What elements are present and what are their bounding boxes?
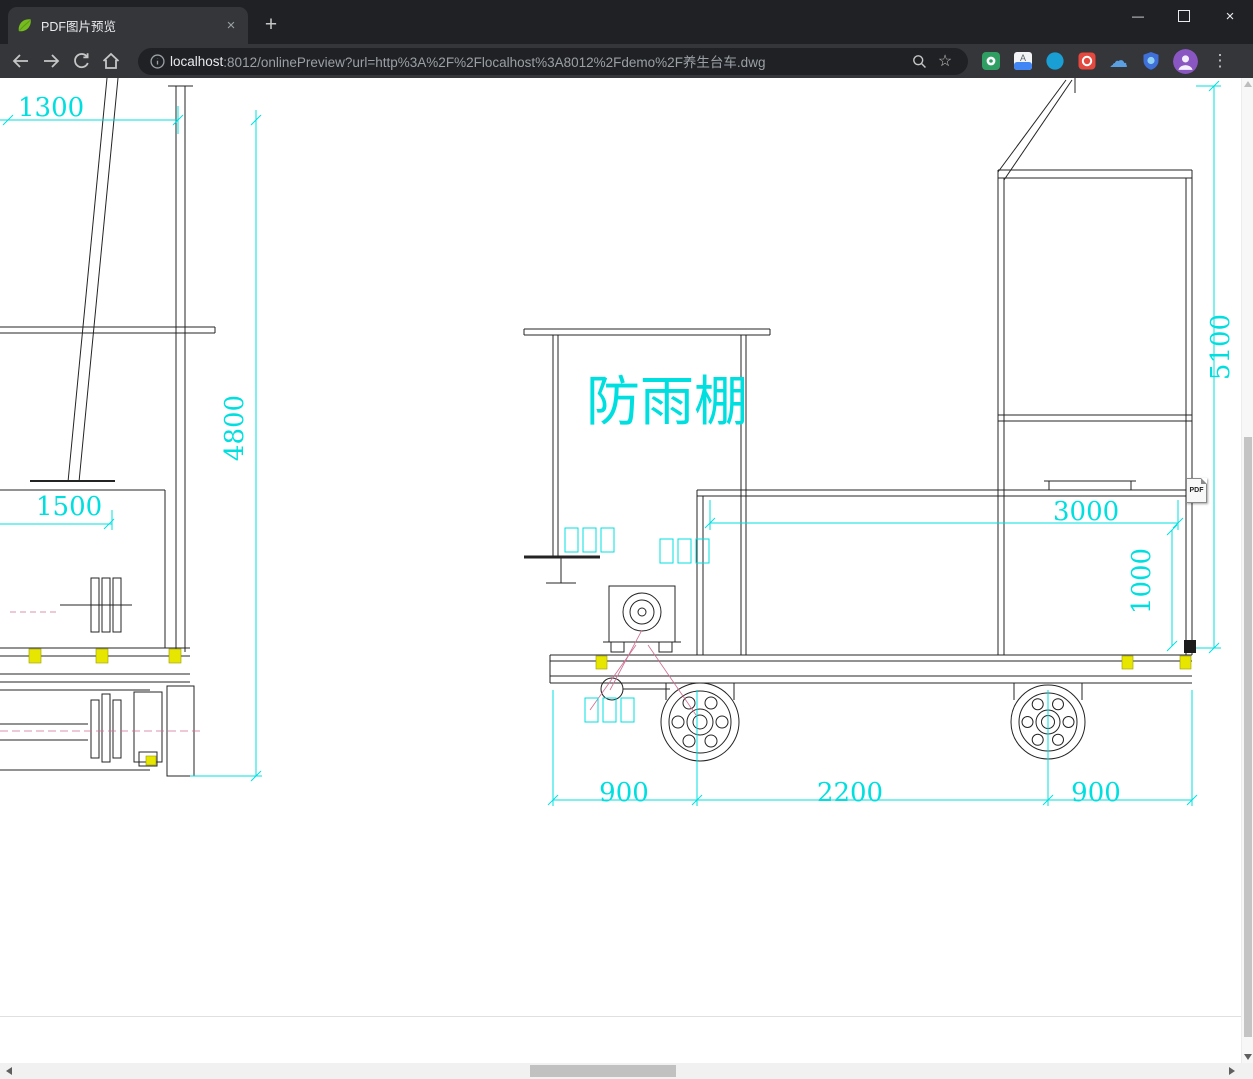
maximize-button[interactable] bbox=[1161, 0, 1207, 32]
navigation-bar: localhost:8012/onlinePreview?url=http%3A… bbox=[0, 44, 1253, 78]
horizontal-scrollbar[interactable] bbox=[0, 1063, 1253, 1079]
pdf-file-icon[interactable]: PDF bbox=[1186, 478, 1207, 503]
window-close-button[interactable]: × bbox=[1207, 0, 1253, 32]
url-host: localhost bbox=[170, 53, 224, 69]
cloud-extension-icon[interactable]: ☁ bbox=[1108, 51, 1129, 72]
browser-tab[interactable]: PDF图片预览 × bbox=[8, 7, 248, 44]
scroll-right-icon[interactable] bbox=[1229, 1067, 1235, 1075]
url-path: :8012/onlinePreview?url=http%3A%2F%2Floc… bbox=[223, 55, 766, 70]
dim-left-height: 4800 bbox=[220, 395, 250, 461]
dim-top-width: 1300 bbox=[18, 93, 84, 123]
profile-avatar[interactable] bbox=[1173, 48, 1198, 74]
dim-deck-length: 3000 bbox=[1053, 497, 1119, 527]
cad-drawing: 1300 4800 1500 3000 1000 5100 900 2200 9… bbox=[0, 78, 1236, 808]
pdf-fold-corner bbox=[1201, 478, 1207, 484]
spring-favicon bbox=[16, 18, 32, 34]
home-button[interactable] bbox=[97, 47, 125, 75]
dim-axle-left: 900 bbox=[599, 778, 649, 808]
extension-icon-translate[interactable]: A bbox=[1012, 51, 1033, 72]
dim-axle-right: 900 bbox=[1071, 778, 1121, 808]
extension-icon-1[interactable] bbox=[980, 51, 1001, 72]
tab-title: PDF图片预览 bbox=[41, 20, 117, 34]
new-tab-button[interactable]: + bbox=[258, 13, 284, 39]
scrollbar-corner bbox=[1241, 1063, 1253, 1079]
svg-text:A: A bbox=[1019, 53, 1025, 63]
horizontal-scrollbar-thumb[interactable] bbox=[530, 1065, 676, 1077]
canopy-label: 防雨棚 bbox=[586, 370, 748, 433]
dim-deck-height: 1000 bbox=[1127, 548, 1157, 614]
extension-icon-3[interactable] bbox=[1044, 51, 1065, 72]
extensions-area: A ☁ bbox=[980, 51, 1161, 72]
forward-button[interactable] bbox=[37, 47, 65, 75]
dwg-preview-page: 1300 4800 1500 3000 1000 5100 900 2200 9… bbox=[0, 78, 1253, 1063]
scroll-down-icon[interactable] bbox=[1244, 1054, 1252, 1060]
scroll-left-icon[interactable] bbox=[6, 1067, 12, 1075]
vertical-scrollbar[interactable] bbox=[1241, 78, 1253, 1063]
reload-button[interactable] bbox=[67, 47, 95, 75]
minimize-button[interactable]: — bbox=[1115, 0, 1161, 32]
browser-menu-icon[interactable]: ⋮ bbox=[1208, 51, 1232, 71]
page-info-icon[interactable] bbox=[144, 53, 170, 70]
dim-axle-center: 2200 bbox=[817, 778, 883, 808]
maximize-icon bbox=[1178, 10, 1190, 22]
tab-close-icon[interactable]: × bbox=[222, 17, 240, 35]
dim-right-height: 5100 bbox=[1206, 314, 1236, 380]
zoom-icon[interactable] bbox=[906, 53, 932, 70]
back-button[interactable] bbox=[7, 47, 35, 75]
dim-hopper-width: 1500 bbox=[36, 492, 102, 522]
bookmark-star-icon[interactable]: ☆ bbox=[932, 51, 958, 71]
shield-extension-icon[interactable] bbox=[1140, 51, 1161, 72]
page-boundary bbox=[0, 1016, 1241, 1017]
address-bar[interactable]: localhost:8012/onlinePreview?url=http%3A… bbox=[138, 47, 968, 75]
extension-icon-4[interactable] bbox=[1076, 51, 1097, 72]
scroll-up-icon[interactable] bbox=[1244, 81, 1252, 87]
vertical-scrollbar-thumb[interactable] bbox=[1244, 437, 1252, 1037]
tab-bar: PDF图片预览 × + — × bbox=[0, 0, 1253, 44]
